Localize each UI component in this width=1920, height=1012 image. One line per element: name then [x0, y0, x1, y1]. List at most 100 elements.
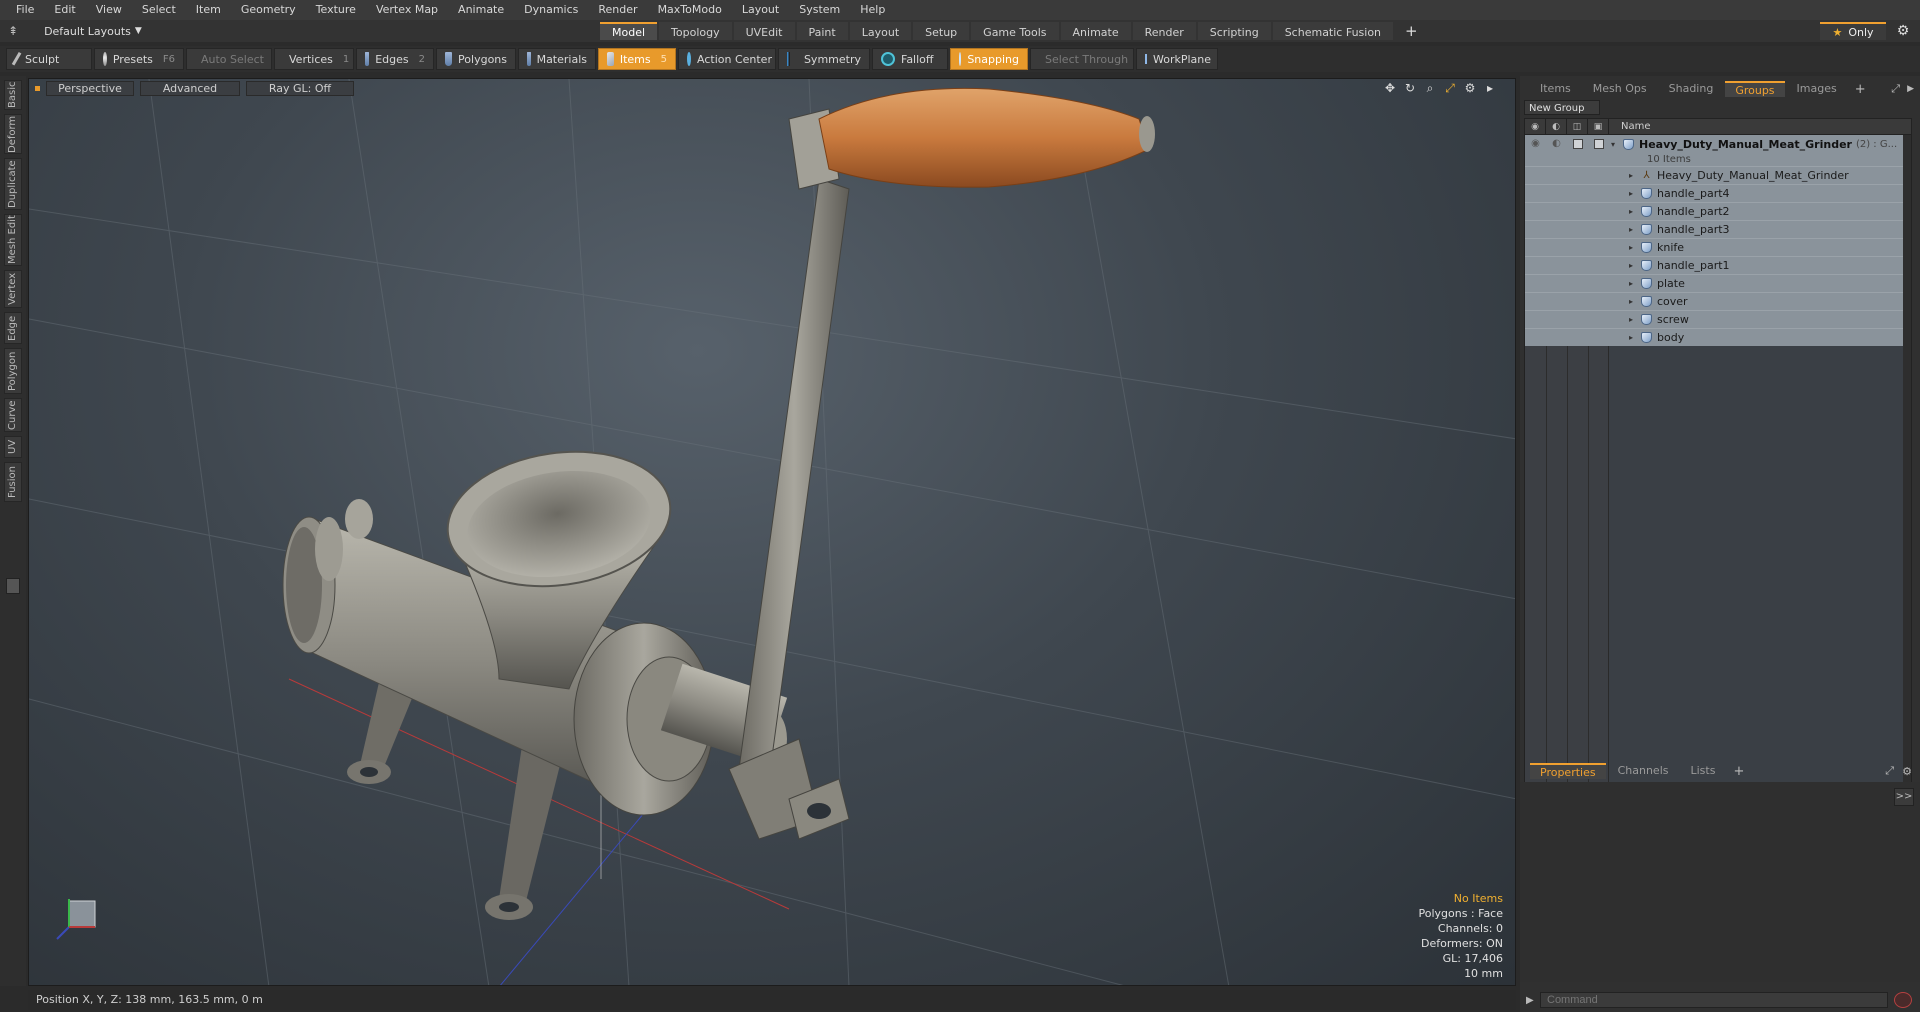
- menu-help[interactable]: Help: [850, 0, 895, 20]
- command-arrow-icon[interactable]: ▶: [1526, 995, 1540, 1006]
- polygons-button[interactable]: Polygons: [436, 48, 516, 70]
- render-column-icon[interactable]: ◐: [1546, 119, 1567, 135]
- expand-arrow-icon[interactable]: ▸: [1629, 297, 1637, 306]
- fit-view-icon[interactable]: ⤢: [1443, 81, 1457, 95]
- expand-arrow-icon[interactable]: ▸: [1629, 279, 1637, 288]
- visibility-column-icon[interactable]: ◉: [1525, 119, 1546, 135]
- list-item[interactable]: ▸ screw: [1525, 310, 1911, 328]
- materials-button[interactable]: Materials: [518, 48, 596, 70]
- falloff-button[interactable]: Falloff: [872, 48, 948, 70]
- tab-images[interactable]: Images: [1787, 81, 1847, 97]
- list-item[interactable]: ▸ ⅄ Heavy_Duty_Manual_Meat_Grinder: [1525, 166, 1911, 184]
- tab-duplicate[interactable]: Duplicate: [4, 158, 22, 210]
- tab-curve[interactable]: Curve: [4, 398, 22, 432]
- list-item[interactable]: ▸ handle_part4: [1525, 184, 1911, 202]
- menu-animate[interactable]: Animate: [448, 0, 514, 20]
- viewport-expand-icon[interactable]: ▸: [1483, 81, 1497, 95]
- tab-mesh-ops[interactable]: Mesh Ops: [1583, 81, 1657, 97]
- tab-properties[interactable]: Properties: [1530, 763, 1606, 779]
- menu-file[interactable]: File: [6, 0, 44, 20]
- new-group-button[interactable]: New Group: [1524, 100, 1600, 115]
- gear-icon[interactable]: ⚙: [1894, 22, 1912, 40]
- menu-layout[interactable]: Layout: [732, 0, 789, 20]
- command-input[interactable]: [1540, 992, 1888, 1008]
- list-item[interactable]: ▸ cover: [1525, 292, 1911, 310]
- rotate-view-icon[interactable]: ↻: [1403, 81, 1417, 95]
- tab-uvedit[interactable]: UVEdit: [733, 22, 795, 40]
- auto-select-button[interactable]: Auto Select: [186, 48, 272, 70]
- list-item[interactable]: ▸ body: [1525, 328, 1911, 346]
- eye-icon[interactable]: ◉: [1525, 135, 1546, 153]
- tab-vertex[interactable]: Vertex: [4, 270, 22, 308]
- move-view-icon[interactable]: ✥: [1383, 81, 1397, 95]
- expand-arrow-icon[interactable]: ▸: [1629, 225, 1637, 234]
- tab-channels[interactable]: Channels: [1608, 763, 1679, 779]
- only-toggle[interactable]: ★ Only: [1820, 22, 1886, 40]
- tab-render[interactable]: Render: [1132, 22, 1196, 40]
- symmetry-button[interactable]: Symmetry: [778, 48, 870, 70]
- tab-setup[interactable]: Setup: [913, 22, 970, 40]
- expand-arrow-icon[interactable]: ▸: [1629, 243, 1637, 252]
- list-item[interactable]: ▸ handle_part3: [1525, 220, 1911, 238]
- render-toggle-icon[interactable]: ◐: [1546, 135, 1567, 153]
- add-properties-tab-icon[interactable]: +: [1727, 764, 1750, 779]
- select-column-icon[interactable]: ▣: [1588, 119, 1609, 135]
- viewport-menu-dot[interactable]: [35, 85, 40, 91]
- menu-render[interactable]: Render: [588, 0, 647, 20]
- expand-arrow-icon[interactable]: ▸: [1629, 171, 1637, 180]
- menu-system[interactable]: System: [789, 0, 850, 20]
- properties-gear-icon[interactable]: ⚙: [1902, 765, 1912, 778]
- collapse-arrow-icon[interactable]: ▾: [1611, 140, 1619, 149]
- workplane-button[interactable]: WorkPlane: [1136, 48, 1218, 70]
- items-button[interactable]: Items 5: [598, 48, 676, 70]
- menu-texture[interactable]: Texture: [306, 0, 366, 20]
- tab-items[interactable]: Items: [1530, 81, 1581, 97]
- select-toggle[interactable]: [1588, 135, 1609, 153]
- tab-paint[interactable]: Paint: [796, 22, 848, 40]
- properties-expand-icon[interactable]: ⤢: [1885, 764, 1894, 778]
- shading-mode-button[interactable]: Advanced: [140, 80, 240, 96]
- menu-edit[interactable]: Edit: [44, 0, 85, 20]
- list-item[interactable]: ▸ handle_part2: [1525, 202, 1911, 220]
- menu-geometry[interactable]: Geometry: [231, 0, 306, 20]
- tab-mesh-edit[interactable]: Mesh Edit: [4, 214, 22, 266]
- add-panel-tab-icon[interactable]: +: [1849, 82, 1872, 97]
- menu-dynamics[interactable]: Dynamics: [514, 0, 588, 20]
- view-mode-button[interactable]: Perspective: [46, 80, 134, 96]
- tab-basic[interactable]: Basic: [4, 80, 22, 110]
- expand-arrow-icon[interactable]: ▸: [1629, 315, 1637, 324]
- presets-button[interactable]: Presets F6: [94, 48, 184, 70]
- add-tab-icon[interactable]: +: [1395, 22, 1428, 40]
- strip-toggle-button[interactable]: [6, 578, 20, 594]
- menu-select[interactable]: Select: [132, 0, 186, 20]
- expand-properties-button[interactable]: >>: [1894, 788, 1914, 806]
- action-center-button[interactable]: Action Center: [678, 48, 776, 70]
- expand-arrow-icon[interactable]: ▸: [1629, 261, 1637, 270]
- layout-dropdown[interactable]: ⇞ Default Layouts ▼: [0, 24, 600, 38]
- edges-button[interactable]: Edges 2: [356, 48, 434, 70]
- expand-arrow-icon[interactable]: ▸: [1629, 189, 1637, 198]
- tab-scripting[interactable]: Scripting: [1197, 22, 1271, 40]
- menu-vertex-map[interactable]: Vertex Map: [366, 0, 448, 20]
- tab-topology[interactable]: Topology: [659, 22, 732, 40]
- raygl-button[interactable]: Ray GL: Off: [246, 80, 354, 96]
- panel-expand-icon[interactable]: ⤢: [1891, 82, 1900, 96]
- lock-column-icon[interactable]: ◫: [1567, 119, 1588, 135]
- tab-deform[interactable]: Deform: [4, 114, 22, 154]
- collapse-icon[interactable]: ⇞: [8, 24, 18, 38]
- expand-arrow-icon[interactable]: ▸: [1629, 333, 1637, 342]
- tab-polygon[interactable]: Polygon: [4, 348, 22, 394]
- list-item[interactable]: ▸ plate: [1525, 274, 1911, 292]
- tab-fusion[interactable]: Fusion: [4, 462, 22, 502]
- tab-groups[interactable]: Groups: [1725, 81, 1785, 97]
- lock-toggle[interactable]: [1567, 135, 1588, 153]
- tab-shading[interactable]: Shading: [1659, 81, 1724, 97]
- zoom-view-icon[interactable]: ⌕: [1423, 81, 1437, 95]
- tab-animate[interactable]: Animate: [1060, 22, 1131, 40]
- viewport-settings-icon[interactable]: ⚙: [1463, 81, 1477, 95]
- menu-view[interactable]: View: [86, 0, 132, 20]
- 3d-viewport[interactable]: Perspective Advanced Ray GL: Off ✥ ↻ ⌕ ⤢…: [28, 78, 1516, 986]
- list-item[interactable]: ▸ handle_part1: [1525, 256, 1911, 274]
- sculpt-button[interactable]: Sculpt: [6, 48, 92, 70]
- panel-arrow-icon[interactable]: ▶: [1907, 84, 1914, 94]
